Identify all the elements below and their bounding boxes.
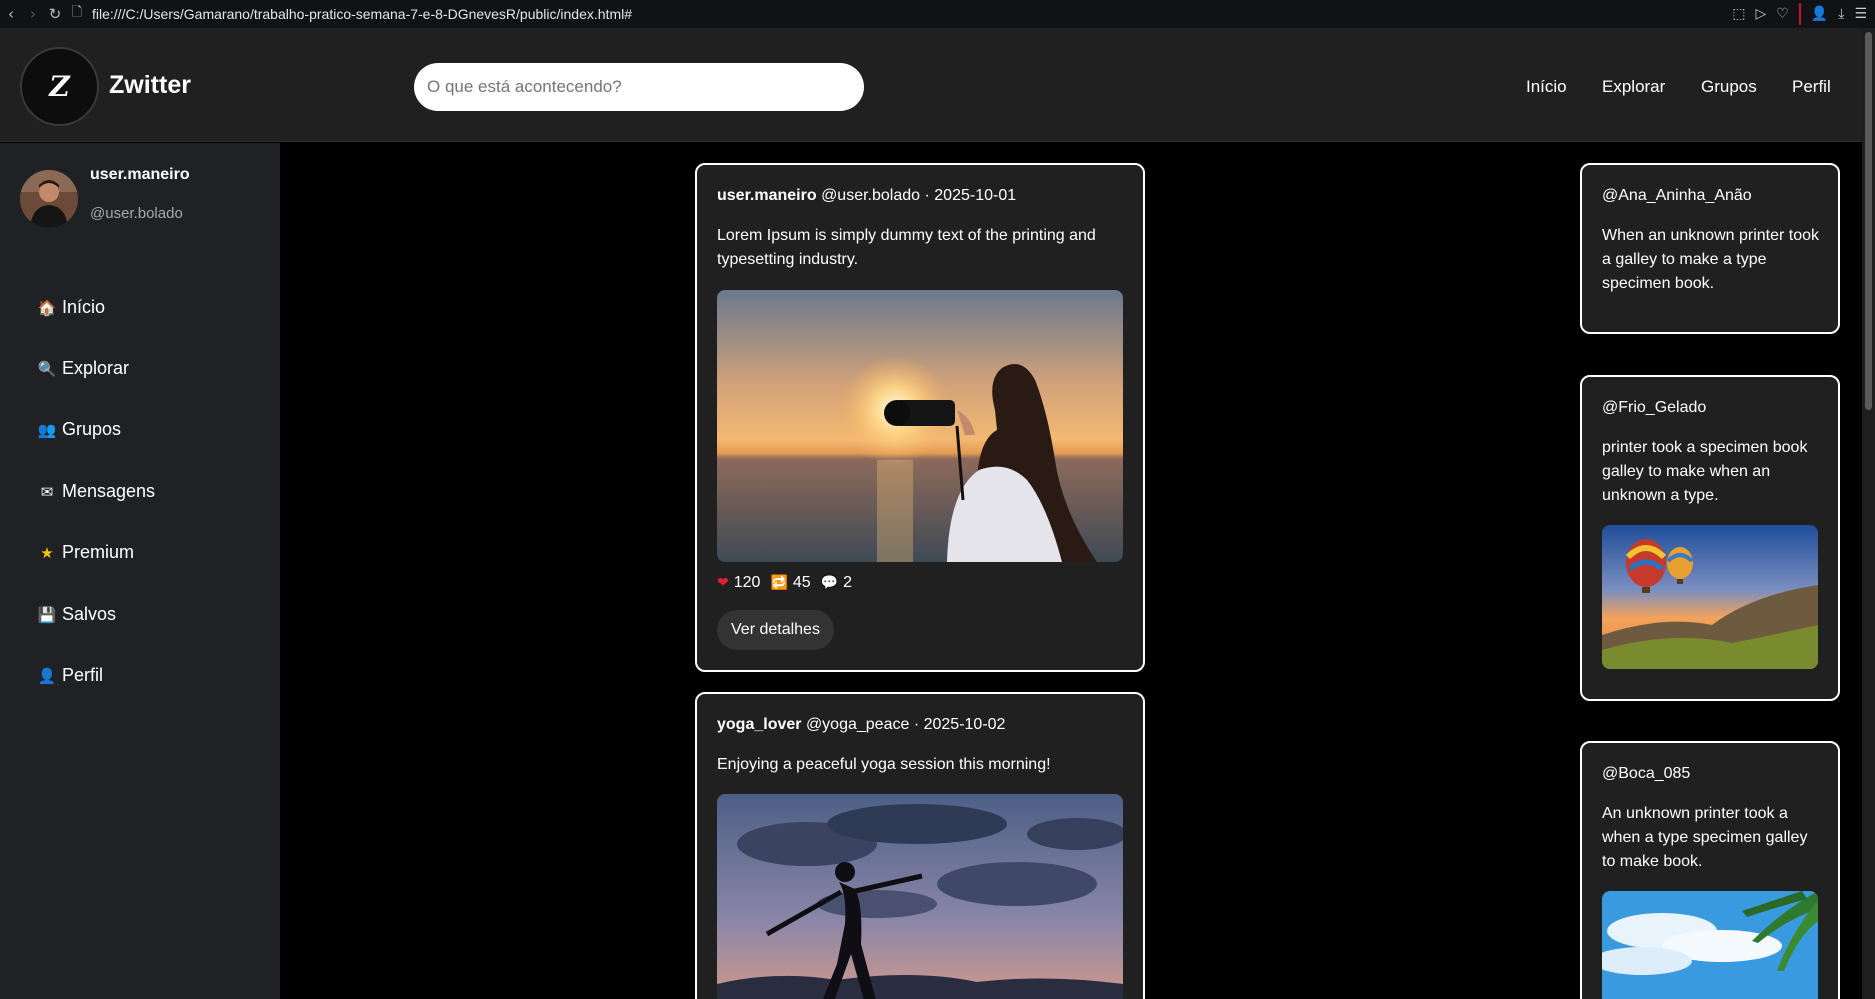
brand-name: Zwitter [109,71,191,99]
address-bar[interactable]: file:///C:/Users/Gamarano/trabalho-prati… [92,6,632,22]
trend-image[interactable] [1602,891,1818,999]
sidebar-item-label: Salvos [62,604,117,624]
post-author[interactable]: yoga_lover [717,716,801,733]
post-text: Lorem Ipsum is simply dummy text of the … [717,227,1096,268]
post-date: · 2025-10-01 [924,187,1017,204]
sidebar: user.maneiro @user.bolado 🏠 Início 🔍 Exp… [0,143,280,999]
sidebar-item-grupos[interactable]: 👥 Grupos [37,419,121,440]
menu-icon[interactable]: ☰ [1854,6,1867,22]
groups-icon: 👥 [37,420,57,439]
user-icon: 👤 [37,666,57,685]
sidebar-item-label: Início [62,297,106,317]
envelope-icon: ✉ [40,482,54,501]
download-icon[interactable]: ⤓ [1838,6,1844,22]
search-input[interactable] [414,63,864,111]
trend-text: printer took a specimen book galley to m… [1602,439,1808,504]
back-icon[interactable]: ‹ [0,0,22,28]
floppy-icon: 💾 [37,605,57,624]
heart-icon[interactable]: ♡ [1776,6,1789,22]
post-meta: user.maneiro @user.bolado · 2025-10-01 [717,187,1016,205]
play-icon[interactable]: ▷ [1755,6,1766,22]
sidebar-item-inicio[interactable]: 🏠 Início [37,297,105,318]
divider [1798,3,1801,25]
profile-icon[interactable]: 👤 [1811,6,1828,22]
sidebar-item-label: Premium [62,542,135,562]
post-handle[interactable]: @yoga_peace [806,716,909,733]
reload-icon[interactable]: ↻ [44,0,66,28]
browser-actions: ⬚ ▷ ♡ 👤 ⤓ ☰ [1732,0,1867,28]
details-button[interactable]: Ver detalhes [717,610,834,650]
sidebar-item-label: Grupos [62,419,122,439]
sidebar-item-explorar[interactable]: 🔍 Explorar [37,358,129,379]
retweet-icon[interactable]: 🔁 [770,575,787,591]
browser-toolbar: ‹ › ↻ 🗋 file:///C:/Users/Gamarano/trabal… [0,0,1875,28]
nav-inicio[interactable]: Início [1526,77,1567,97]
trend-card[interactable]: @Ana_Aninha_Anão When an unknown printer… [1580,163,1840,334]
heart-icon[interactable]: ❤ [717,575,729,591]
site-header: Z Zwitter Início Explorar Grupos Perfil [0,28,1862,142]
post-stats: ❤ 120 🔁 45 💬 2 [717,574,852,592]
nav-grupos[interactable]: Grupos [1701,77,1757,97]
sidebar-item-mensagens[interactable]: ✉ Mensagens [37,481,155,502]
comment-icon[interactable]: 💬 [821,575,838,591]
trend-text: When an unknown printer took a galley to… [1602,227,1820,292]
trend-image[interactable] [1602,525,1818,669]
post-date: · 2025-10-02 [913,716,1006,733]
nav-explorar[interactable]: Explorar [1602,77,1665,97]
scrollbar-thumb[interactable] [1865,32,1872,410]
post-text: Enjoying a peaceful yoga session this mo… [717,756,1051,773]
sidebar-item-label: Perfil [62,665,104,685]
username: user.maneiro [90,166,190,183]
file-icon: 🗋 [71,5,83,20]
forward-icon[interactable]: › [22,0,44,28]
sidebar-item-label: Explorar [62,358,130,378]
trend-card[interactable]: @Frio_Gelado printer took a specimen boo… [1580,375,1840,701]
sidebar-item-label: Mensagens [62,481,156,501]
post-card[interactable]: user.maneiro @user.bolado · 2025-10-01 L… [695,163,1145,672]
trend-text: An unknown printer took a when a type sp… [1602,805,1808,870]
trend-card[interactable]: @Boca_085 An unknown printer took a when… [1580,741,1840,999]
trend-handle[interactable]: @Boca_085 [1602,765,1690,783]
sidebar-item-perfil[interactable]: 👤 Perfil [37,665,103,686]
comment-count: 2 [843,574,853,591]
nav-perfil[interactable]: Perfil [1792,77,1831,97]
search-icon: 🔍 [37,359,57,378]
post-card[interactable]: yoga_lover @yoga_peace · 2025-10-02 Enjo… [695,692,1145,999]
like-count: 120 [733,574,761,591]
retweet-count: 45 [792,574,811,591]
sidebar-item-salvos[interactable]: 💾 Salvos [37,604,116,625]
star-icon: ★ [40,543,54,562]
logo[interactable]: Z [20,47,99,126]
trend-handle[interactable]: @Ana_Aninha_Anão [1602,187,1752,205]
post-image[interactable] [717,290,1123,562]
post-image[interactable] [717,794,1123,999]
post-author[interactable]: user.maneiro [717,187,817,204]
avatar[interactable] [20,170,78,228]
post-meta: yoga_lover @yoga_peace · 2025-10-02 [717,716,1005,734]
home-icon: 🏠 [37,298,57,317]
screenshot-icon[interactable]: ⬚ [1732,6,1745,22]
post-handle[interactable]: @user.bolado [821,187,920,204]
user-handle: @user.bolado [90,205,183,222]
trend-handle[interactable]: @Frio_Gelado [1602,399,1706,417]
sidebar-item-premium[interactable]: ★ Premium [37,542,134,563]
